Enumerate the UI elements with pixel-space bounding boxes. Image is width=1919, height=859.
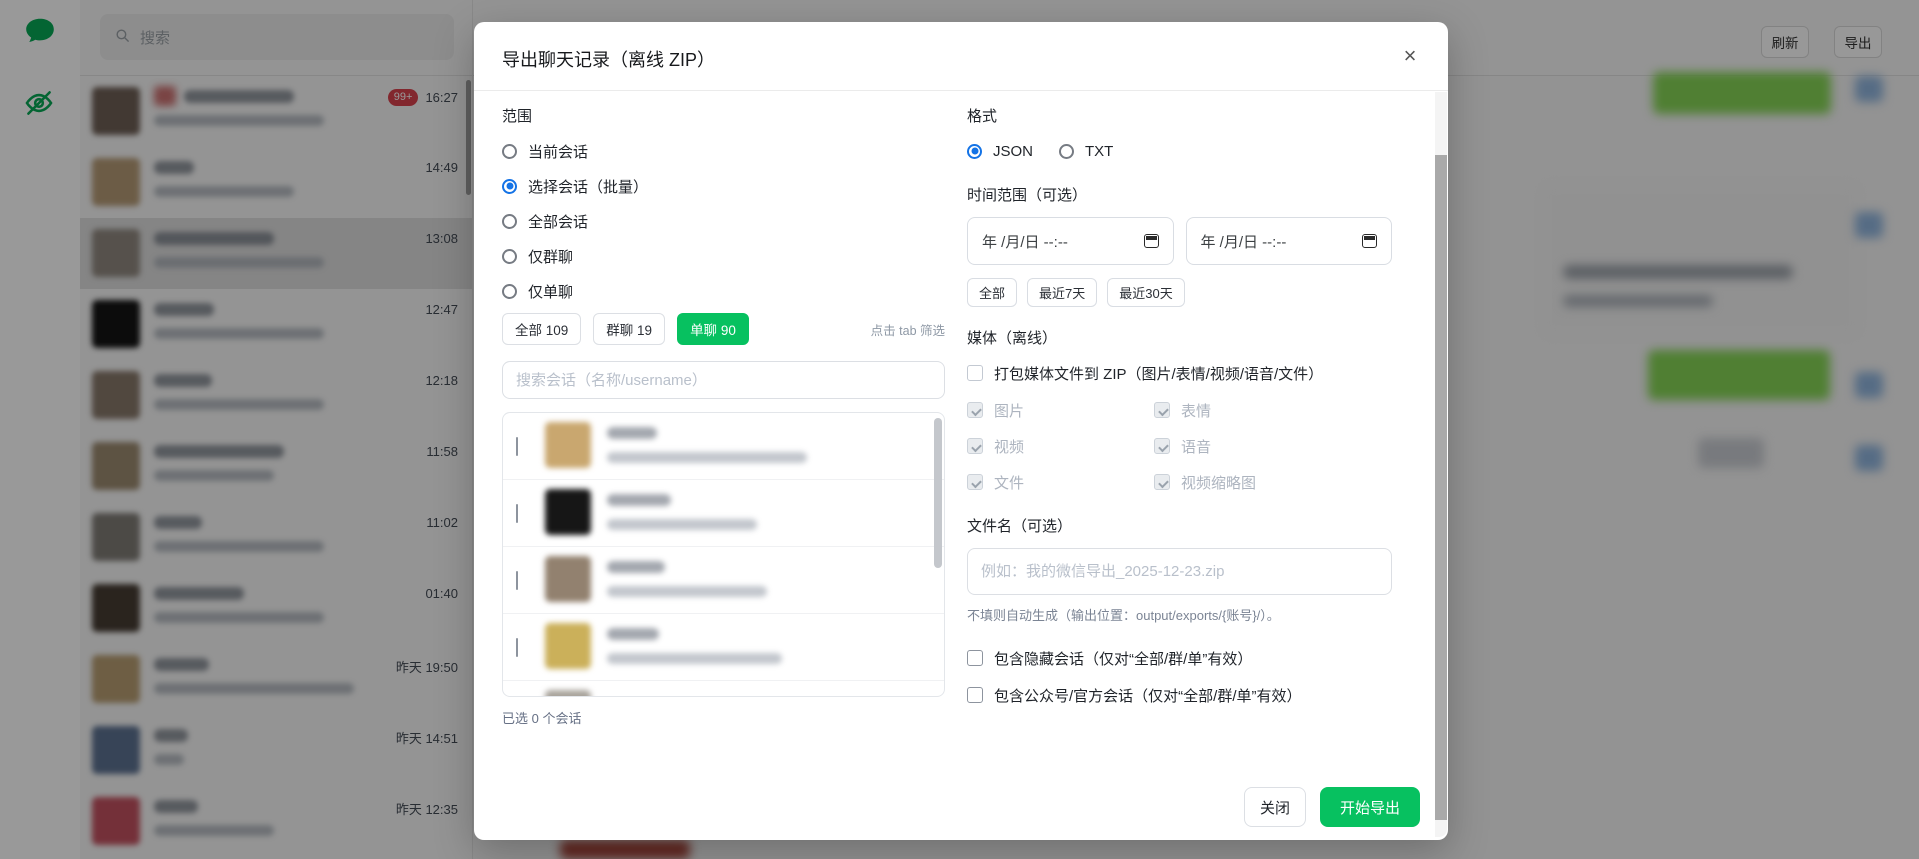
filename-input[interactable] — [967, 548, 1392, 595]
scope-option-all[interactable]: 全部会话 — [502, 208, 945, 234]
dialog-footer: 关闭 开始导出 — [474, 774, 1448, 840]
media-section-label: 媒体（离线） — [967, 327, 1392, 348]
checkbox-checked-disabled-icon — [1154, 474, 1170, 490]
checkbox-icon[interactable] — [516, 638, 518, 657]
scope-option-label: 选择会话（批量） — [528, 176, 648, 197]
media-type-files: 文件 — [967, 469, 1154, 495]
scope-option-groups-only[interactable]: 仅群聊 — [502, 243, 945, 269]
scope-option-current[interactable]: 当前会话 — [502, 138, 945, 164]
checkbox-checked-disabled-icon — [967, 438, 983, 454]
scope-option-label: 仅单聊 — [528, 281, 573, 302]
pick-row[interactable] — [503, 681, 944, 697]
scope-option-label: 仅群聊 — [528, 246, 573, 267]
scope-option-select-batch[interactable]: 选择会话（批量） — [502, 173, 945, 199]
quick-range-30days-button[interactable]: 最近30天 — [1107, 278, 1184, 307]
datetime-placeholder: 年 /月/日 --:-- — [982, 231, 1068, 252]
start-datetime-input[interactable]: 年 /月/日 --:-- — [967, 217, 1174, 265]
blurred-text — [607, 628, 782, 664]
checkbox-checked-disabled-icon — [967, 402, 983, 418]
include-hidden-checkbox[interactable]: 包含隐藏会话（仅对“全部/群/单”有效） — [967, 645, 1392, 671]
calendar-icon[interactable] — [1362, 234, 1377, 248]
dialog-header: 导出聊天记录（离线 ZIP） × — [474, 22, 1448, 91]
format-option-label: TXT — [1085, 143, 1113, 160]
calendar-icon[interactable] — [1144, 234, 1159, 248]
radio-checked-icon — [502, 179, 517, 194]
conversation-pick-list — [502, 412, 945, 697]
scope-section-label: 范围 — [502, 105, 945, 126]
pack-media-checkbox[interactable]: 打包媒体文件到 ZIP（图片/表情/视频/语音/文件） — [967, 360, 1392, 386]
scope-option-singles-only[interactable]: 仅单聊 — [502, 278, 945, 304]
checkbox-checked-disabled-icon — [1154, 402, 1170, 418]
dialog-title: 导出聊天记录（离线 ZIP） — [502, 46, 715, 72]
checkbox-checked-disabled-icon — [1154, 438, 1170, 454]
media-type-images: 图片 — [967, 397, 1154, 423]
filename-hint: 不填则自动生成（输出位置：output/exports/{账号}/）。 — [967, 605, 1392, 624]
dialog-scrollbar-thumb[interactable] — [1435, 155, 1447, 820]
avatar — [545, 556, 591, 602]
filename-section-label: 文件名（可选） — [967, 515, 1392, 536]
checkbox-icon — [967, 687, 983, 703]
pick-row[interactable] — [503, 614, 944, 681]
avatar — [545, 422, 591, 468]
media-type-stickers: 表情 — [1154, 397, 1392, 423]
media-type-video-thumbs: 视频缩略图 — [1154, 469, 1392, 495]
start-export-button[interactable]: 开始导出 — [1320, 787, 1420, 827]
close-button[interactable]: 关闭 — [1244, 787, 1306, 827]
tab-groups[interactable]: 群聊 19 — [593, 313, 665, 345]
list-scrollbar[interactable] — [934, 418, 942, 568]
tab-singles-active[interactable]: 单聊 90 — [677, 313, 749, 345]
quick-range-all-button[interactable]: 全部 — [967, 278, 1017, 307]
checkbox-icon — [967, 365, 983, 381]
pick-row[interactable] — [503, 480, 944, 547]
format-section-label: 格式 — [967, 105, 1392, 126]
checkbox-checked-disabled-icon — [967, 474, 983, 490]
radio-icon — [1059, 144, 1074, 159]
end-datetime-input[interactable]: 年 /月/日 --:-- — [1186, 217, 1393, 265]
pack-media-label: 打包媒体文件到 ZIP（图片/表情/视频/语音/文件） — [994, 363, 1323, 384]
time-range-section-label: 时间范围（可选） — [967, 184, 1392, 205]
export-dialog: 导出聊天记录（离线 ZIP） × 范围 当前会话 选择会话（批量） 全部会话 — [474, 22, 1448, 840]
checkbox-icon — [967, 650, 983, 666]
scope-option-label: 当前会话 — [528, 141, 588, 162]
app-window: 搜索 99+16:27 14:49 13:08 — [0, 0, 1919, 859]
scope-option-label: 全部会话 — [528, 211, 588, 232]
radio-checked-icon — [967, 144, 982, 159]
include-official-checkbox[interactable]: 包含公众号/官方会话（仅对“全部/群/单”有效） — [967, 682, 1392, 708]
checkbox-icon[interactable] — [516, 571, 518, 590]
media-type-voice: 语音 — [1154, 433, 1392, 459]
checkbox-icon[interactable] — [516, 437, 518, 456]
quick-range-7days-button[interactable]: 最近7天 — [1027, 278, 1097, 307]
avatar — [545, 623, 591, 669]
avatar — [545, 489, 591, 535]
selected-count-text: 已选 0 个会话 — [502, 708, 945, 727]
blurred-text — [607, 561, 767, 597]
blurred-text — [607, 427, 807, 463]
pick-row[interactable] — [503, 547, 944, 614]
conversation-search-input[interactable] — [502, 361, 945, 399]
close-icon[interactable]: × — [1394, 40, 1426, 72]
radio-icon — [502, 214, 517, 229]
format-option-label: JSON — [993, 143, 1033, 160]
blurred-text — [607, 494, 757, 530]
avatar — [545, 690, 591, 697]
format-option-json[interactable]: JSON — [967, 138, 1033, 164]
format-option-txt[interactable]: TXT — [1059, 138, 1113, 164]
radio-icon — [502, 284, 517, 299]
checkbox-icon[interactable] — [516, 504, 518, 523]
radio-icon — [502, 249, 517, 264]
media-type-videos: 视频 — [967, 433, 1154, 459]
tab-filter-hint: 点击 tab 筛选 — [871, 320, 945, 339]
datetime-placeholder: 年 /月/日 --:-- — [1201, 231, 1287, 252]
pick-row[interactable] — [503, 413, 944, 480]
tab-all[interactable]: 全部 109 — [502, 313, 581, 345]
radio-icon — [502, 144, 517, 159]
